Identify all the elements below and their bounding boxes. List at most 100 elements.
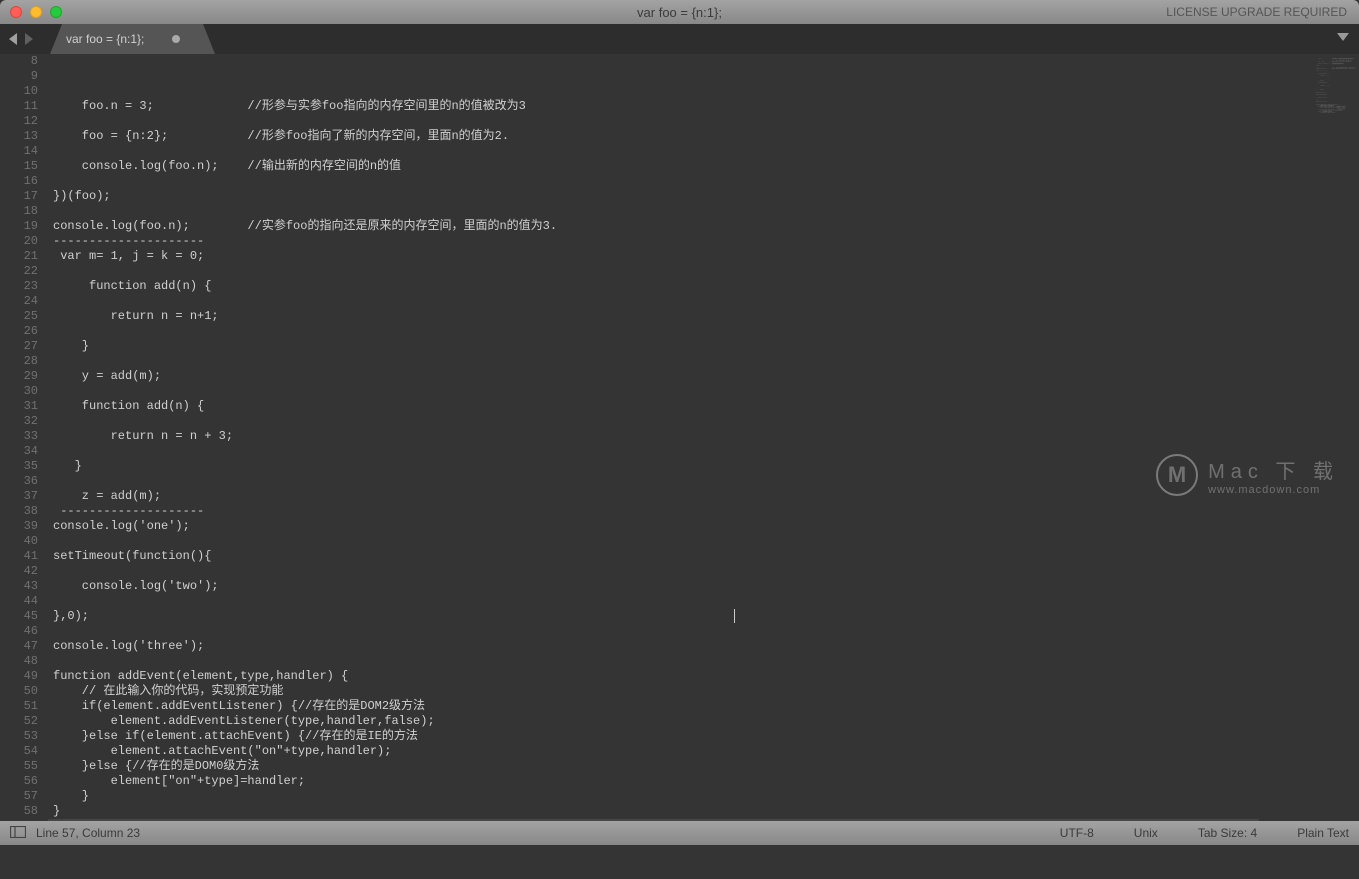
code-line — [48, 564, 1259, 579]
nav-back-button[interactable] — [8, 32, 20, 46]
code-line: element["on"+type]=handler; — [48, 774, 1259, 789]
watermark: M Mac 下 载 www.macdown.com — [1156, 454, 1339, 496]
line-number: 10 — [0, 84, 38, 99]
code-editor[interactable]: foo.n = 3; //形参与实参foo指向的内存空间里的n的值被改为3 fo… — [48, 54, 1259, 821]
titlebar: var foo = {n:1}; LICENSE UPGRADE REQUIRE… — [0, 0, 1359, 24]
line-number: 32 — [0, 414, 38, 429]
code-line — [48, 384, 1259, 399]
line-number: 56 — [0, 774, 38, 789]
code-line: } — [48, 789, 1259, 804]
line-number: 30 — [0, 384, 38, 399]
line-number: 40 — [0, 534, 38, 549]
line-number: 9 — [0, 69, 38, 84]
panel-toggle-button[interactable] — [1337, 30, 1349, 48]
code-line — [48, 294, 1259, 309]
code-line: z = add(m); — [48, 489, 1259, 504]
line-number: 52 — [0, 714, 38, 729]
close-button[interactable] — [10, 6, 22, 18]
line-number: 29 — [0, 369, 38, 384]
line-number: 16 — [0, 174, 38, 189]
code-line — [48, 414, 1259, 429]
line-number-gutter[interactable]: 8910111213141516171819202122232425262728… — [0, 54, 48, 821]
line-number: 26 — [0, 324, 38, 339]
code-line — [48, 354, 1259, 369]
traffic-lights — [0, 6, 62, 18]
watermark-text: Mac 下 载 www.macdown.com — [1208, 455, 1339, 496]
tab-size-selector[interactable]: Tab Size: 4 — [1198, 826, 1257, 840]
line-number: 27 — [0, 339, 38, 354]
minimap[interactable]: foo.n = 3; //形参与实参foo指向的内存空间里的n的值被改为3 fo… — [1259, 54, 1359, 821]
code-line: }else {//存在的是DOM0级方法 — [48, 759, 1259, 774]
code-line: --------------------- — [48, 234, 1259, 249]
line-number: 18 — [0, 204, 38, 219]
line-number: 51 — [0, 699, 38, 714]
line-number: 23 — [0, 279, 38, 294]
line-number: 44 — [0, 594, 38, 609]
window-title: var foo = {n:1}; — [637, 5, 722, 20]
code-line — [48, 444, 1259, 459]
line-number: 17 — [0, 189, 38, 204]
code-line: foo.n = 3; //形参与实参foo指向的内存空间里的n的值被改为3 — [48, 99, 1259, 114]
code-line: y = add(m); — [48, 369, 1259, 384]
line-number: 54 — [0, 744, 38, 759]
tabbar: var foo = {n:1}; — [0, 24, 1359, 54]
line-number: 35 — [0, 459, 38, 474]
code-line — [48, 594, 1259, 609]
code-line: var m= 1, j = k = 0; — [48, 249, 1259, 264]
status-right: UTF-8 Unix Tab Size: 4 Plain Text — [1060, 826, 1349, 840]
minimap-preview: foo.n = 3; //形参与实参foo指向的内存空间里的n的值被改为3 fo… — [1316, 57, 1356, 117]
code-line: },0); — [48, 609, 1259, 624]
maximize-button[interactable] — [50, 6, 62, 18]
line-number: 53 — [0, 729, 38, 744]
cursor-position[interactable]: Line 57, Column 23 — [36, 826, 140, 840]
text-cursor — [734, 609, 735, 623]
syntax-selector[interactable]: Plain Text — [1297, 826, 1349, 840]
statusbar: Line 57, Column 23 UTF-8 Unix Tab Size: … — [0, 821, 1359, 845]
watermark-icon: M — [1156, 454, 1198, 496]
code-line — [48, 204, 1259, 219]
line-number: 31 — [0, 399, 38, 414]
code-line: console.log('two'); — [48, 579, 1259, 594]
line-number: 57 — [0, 789, 38, 804]
code-line — [48, 144, 1259, 159]
line-number: 11 — [0, 99, 38, 114]
line-number: 47 — [0, 639, 38, 654]
line-number: 37 — [0, 489, 38, 504]
nav-arrows — [0, 24, 42, 54]
line-number: 50 — [0, 684, 38, 699]
line-number: 33 — [0, 429, 38, 444]
code-line — [48, 474, 1259, 489]
nav-forward-button[interactable] — [22, 32, 34, 46]
code-line: console.log(foo.n); //输出新的内存空间的n的值 — [48, 159, 1259, 174]
line-number: 19 — [0, 219, 38, 234]
line-number: 39 — [0, 519, 38, 534]
code-line: }else if(element.attachEvent) {//存在的是IE的… — [48, 729, 1259, 744]
line-number: 12 — [0, 114, 38, 129]
code-line: return n = n + 3; — [48, 429, 1259, 444]
line-number: 28 — [0, 354, 38, 369]
line-number: 55 — [0, 759, 38, 774]
code-line: if(element.addEventListener) {//存在的是DOM2… — [48, 699, 1259, 714]
license-upgrade-notice[interactable]: LICENSE UPGRADE REQUIRED — [1166, 5, 1347, 19]
code-line: foo = {n:2}; //形参foo指向了新的内存空间，里面n的值为2. — [48, 129, 1259, 144]
encoding-selector[interactable]: UTF-8 — [1060, 826, 1094, 840]
minimize-button[interactable] — [30, 6, 42, 18]
code-line: console.log(foo.n); //实参foo的指向还是原来的内存空间，… — [48, 219, 1259, 234]
code-line: } — [48, 339, 1259, 354]
panel-switcher-icon[interactable] — [10, 826, 26, 840]
code-line — [48, 84, 1259, 99]
line-number: 48 — [0, 654, 38, 669]
line-number: 25 — [0, 309, 38, 324]
code-line: -------------------- — [48, 504, 1259, 519]
code-line: element.attachEvent("on"+type,handler); — [48, 744, 1259, 759]
line-number: 38 — [0, 504, 38, 519]
line-number: 15 — [0, 159, 38, 174]
line-number: 42 — [0, 564, 38, 579]
code-line — [48, 534, 1259, 549]
file-tab[interactable]: var foo = {n:1}; — [50, 24, 215, 54]
line-number: 22 — [0, 264, 38, 279]
line-number: 36 — [0, 474, 38, 489]
code-line: })(foo); — [48, 189, 1259, 204]
line-ending-selector[interactable]: Unix — [1134, 826, 1158, 840]
code-line: console.log('one'); — [48, 519, 1259, 534]
